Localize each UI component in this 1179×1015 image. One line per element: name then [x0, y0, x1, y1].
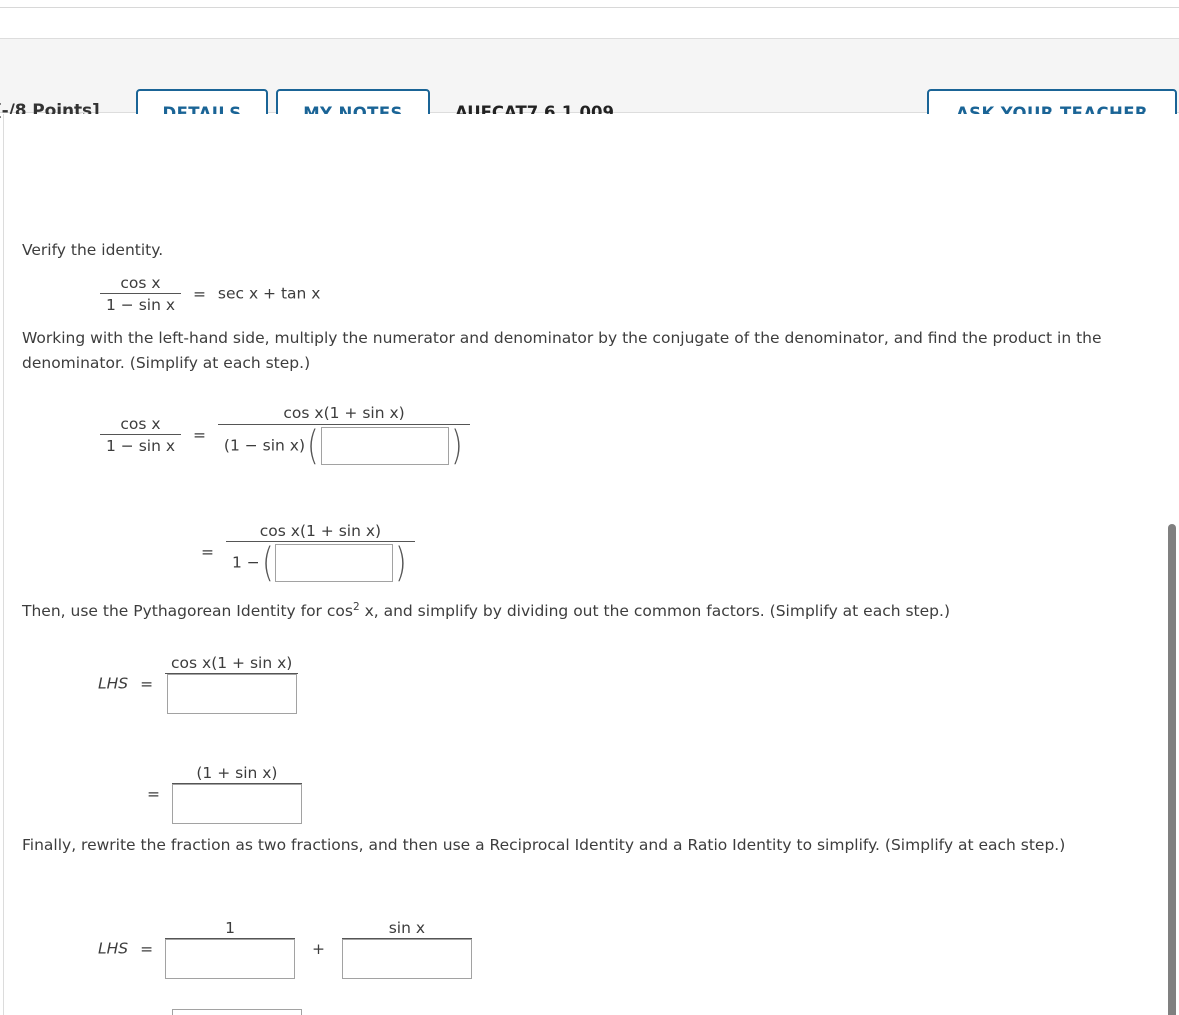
instruction-finally-rewrite: Finally, rewrite the fraction as two fra… [22, 836, 1066, 854]
step1-answer-input[interactable] [320, 427, 449, 465]
pythag-text-pre: Then, use the Pythagorean Identity for c… [22, 602, 353, 621]
step2-equation: = cos x(1 + sin x) 1 −() [194, 522, 415, 586]
instruction-working-with-lhs: Working with the left-hand side, multipl… [22, 329, 1102, 372]
question-body-panel: Verify the identity. cos x 1 − sin x = s… [3, 114, 1179, 1015]
vertical-scrollbar-track[interactable] [1164, 114, 1179, 1015]
step5-left-answer-input[interactable] [165, 939, 296, 979]
step5-left-fraction: 1 [165, 919, 296, 979]
step2-fraction: cos x(1 + sin x) 1 −() [225, 522, 415, 586]
identity-right-side: sec x + tan x [217, 284, 321, 303]
identity-equation: cos x 1 − sin x = sec x + tan x [100, 274, 320, 314]
step6-equation: = [140, 1009, 302, 1015]
step1-left-fraction: cos x 1 − sin x [100, 414, 182, 455]
step3-fraction: cos x(1 + sin x) [165, 654, 299, 714]
step2-close-paren: ) [395, 540, 407, 586]
step2-denominator: 1 −() [226, 540, 415, 586]
step5-lhs-label: LHS [98, 939, 129, 958]
step5-right-answer-input[interactable] [341, 939, 472, 979]
step1-right-fraction: cos x(1 + sin x) (1 − sin x)() [217, 404, 471, 469]
question-page: [-/8 Points] DETAILS MY NOTES AUFCAT7 6.… [0, 0, 1179, 1015]
step5-left-denominator [165, 939, 296, 979]
step2-equals-sign: = [201, 543, 214, 561]
step6-answer-input[interactable] [171, 1009, 302, 1015]
top-divider-rule [0, 7, 1179, 8]
step5-right-denominator [341, 939, 472, 979]
step3-answer-input[interactable] [166, 674, 297, 714]
step5-right-fraction: sin x [341, 919, 472, 979]
vertical-scrollbar-thumb[interactable] [1168, 524, 1176, 1015]
step4-numerator: (1 + sin x) [196, 764, 278, 782]
question-header-bar: [-/8 Points] DETAILS MY NOTES AUFCAT7 6.… [0, 38, 1179, 137]
step1-equals-sign: = [192, 425, 206, 444]
step4-denominator [171, 784, 302, 824]
step5-plus-sign: + [311, 940, 325, 958]
step3-denominator [166, 674, 297, 714]
step1-left-denominator: 1 − sin x [106, 436, 176, 455]
step3-lhs-label: LHS [98, 674, 129, 693]
step2-answer-input[interactable] [275, 544, 394, 582]
identity-numerator: cos x [120, 274, 161, 292]
step1-right-numerator: cos x(1 + sin x) [283, 404, 405, 422]
step4-equals-sign: = [147, 785, 160, 803]
instruction-pythagorean-identity: Then, use the Pythagorean Identity for c… [22, 595, 1122, 624]
step5-equals-sign: = [140, 940, 154, 958]
step1-left-numerator: cos x [120, 414, 161, 433]
step5-right-numerator: sin x [388, 919, 426, 937]
step1-open-paren: ( [306, 423, 319, 469]
step1-denominator-prefix: (1 − sin x) [223, 436, 305, 455]
top-white-strip [0, 0, 1179, 7]
step3-equals-sign: = [140, 675, 154, 693]
identity-equals-sign: = [192, 285, 206, 303]
step1-equation: cos x 1 − sin x = cos x(1 + sin x) (1 − … [100, 404, 471, 469]
step2-open-paren: ( [261, 540, 274, 586]
pythag-exponent: 2 [352, 601, 360, 613]
step4-answer-input[interactable] [171, 784, 302, 824]
identity-denominator: 1 − sin x [106, 296, 176, 314]
step4-fraction: (1 + sin x) [171, 764, 302, 824]
step2-numerator: cos x(1 + sin x) [259, 522, 382, 540]
verify-identity-prompt: Verify the identity. [22, 241, 164, 259]
step2-denominator-prefix: 1 − [231, 553, 260, 572]
step3-numerator: cos x(1 + sin x) [171, 654, 293, 672]
pythag-text-post: x, and simplify by dividing out the comm… [359, 602, 950, 621]
identity-fraction: cos x 1 − sin x [100, 274, 182, 314]
step1-right-denominator: (1 − sin x)() [218, 423, 470, 469]
step5-equation: LHS = 1 + sin x [98, 919, 472, 979]
step3-equation: LHS = cos x(1 + sin x) [98, 654, 299, 714]
step4-equation: = (1 + sin x) [140, 764, 302, 824]
step5-left-numerator: 1 [225, 919, 235, 937]
step1-close-paren: ) [450, 423, 463, 469]
